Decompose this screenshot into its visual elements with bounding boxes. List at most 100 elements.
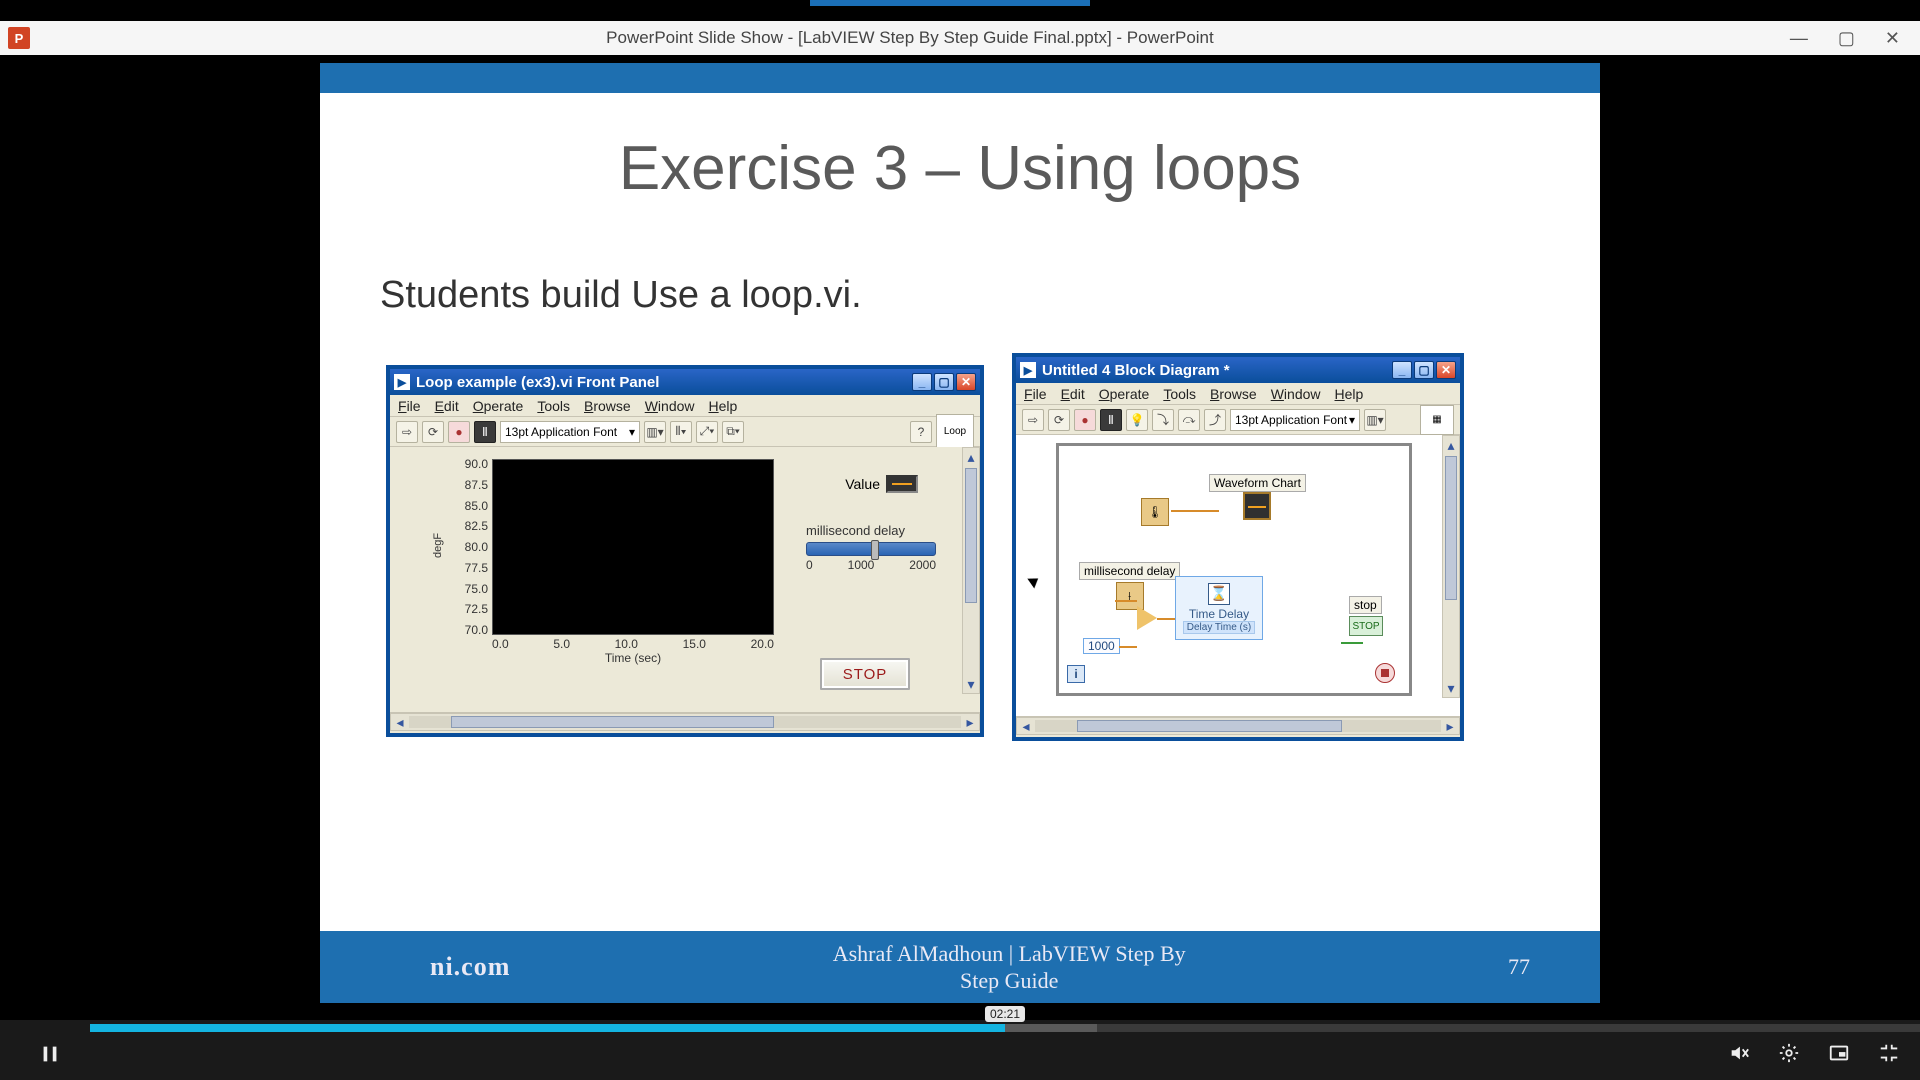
- fp-vertical-scrollbar[interactable]: ▴ ▾: [962, 447, 980, 694]
- scroll-up-icon[interactable]: ▴: [963, 448, 979, 466]
- source-node[interactable]: 🌡: [1141, 496, 1169, 526]
- settings-button[interactable]: [1778, 1042, 1800, 1070]
- font-selector[interactable]: 13pt Application Font▾: [1230, 409, 1360, 431]
- vi-icon-slot[interactable]: ▦: [1420, 405, 1454, 435]
- scroll-left-icon[interactable]: ◂: [1017, 718, 1035, 734]
- bd-menu-edit[interactable]: Edit: [1061, 386, 1085, 402]
- scroll-right-icon[interactable]: ▸: [961, 714, 979, 730]
- pip-icon: [1828, 1042, 1850, 1064]
- align-button[interactable]: ▥▾: [644, 421, 666, 443]
- loop-iteration-terminal[interactable]: i: [1067, 665, 1085, 683]
- front-panel-titlebar[interactable]: ▶ Loop example (ex3).vi Front Panel _ ▢ …: [390, 369, 980, 395]
- bd-menu-tools[interactable]: Tools: [1163, 386, 1196, 402]
- step-into-button[interactable]: ⤵: [1152, 409, 1174, 431]
- chart-legend[interactable]: Value: [845, 475, 918, 493]
- fp-menu-file[interactable]: File: [398, 398, 421, 414]
- pause-button[interactable]: Ⅱ: [1100, 409, 1122, 431]
- time-delay-node[interactable]: ⌛ Time Delay Delay Time (s): [1175, 576, 1263, 640]
- align-button[interactable]: ▥▾: [1364, 409, 1386, 431]
- fp-maximize-button[interactable]: ▢: [934, 373, 954, 391]
- slide-subtitle: Students build Use a loop.vi.: [380, 274, 1600, 317]
- window-close-button[interactable]: ✕: [1885, 28, 1900, 49]
- step-over-button[interactable]: ⤼: [1178, 409, 1200, 431]
- waveform-chart[interactable]: degF 90.0 87.5 85.0 82.5 80.0 77.5 75.0 …: [434, 453, 774, 663]
- bd-menu-window[interactable]: Window: [1271, 386, 1321, 402]
- abort-button[interactable]: ●: [1074, 409, 1096, 431]
- scroll-up-icon[interactable]: ▴: [1443, 436, 1459, 454]
- mute-button[interactable]: [1728, 1042, 1750, 1070]
- run-continuous-button[interactable]: ⟳: [422, 421, 444, 443]
- resize-button[interactable]: ⤢▾: [696, 421, 718, 443]
- volume-muted-icon: [1728, 1042, 1750, 1064]
- scroll-right-icon[interactable]: ▸: [1441, 718, 1459, 734]
- bd-menu-help[interactable]: Help: [1335, 386, 1364, 402]
- scroll-down-icon[interactable]: ▾: [1443, 679, 1459, 697]
- pause-button[interactable]: [30, 1034, 70, 1074]
- bd-menu-file[interactable]: File: [1024, 386, 1047, 402]
- stop-button[interactable]: STOP: [820, 658, 910, 690]
- window-minimize-button[interactable]: ―: [1790, 28, 1808, 49]
- scale-tick: 0: [806, 558, 813, 572]
- stop-control-node[interactable]: stop STOP: [1349, 596, 1383, 636]
- vi-icon-slot[interactable]: Loop: [936, 414, 974, 450]
- labview-block-diagram-window: ▶ Untitled 4 Block Diagram * _ ▢ ✕ File …: [1012, 353, 1464, 741]
- pause-button[interactable]: Ⅱ: [474, 421, 496, 443]
- seek-tooltip: 02:21: [985, 1006, 1025, 1022]
- numeric-constant[interactable]: 1000: [1083, 638, 1120, 654]
- scroll-thumb[interactable]: [1077, 720, 1342, 732]
- fp-menu-browse[interactable]: Browse: [584, 398, 631, 414]
- scroll-down-icon[interactable]: ▾: [963, 675, 979, 693]
- help-button[interactable]: ?: [910, 421, 932, 443]
- font-selector[interactable]: 13pt Application Font▾: [500, 421, 640, 443]
- bd-menu-operate[interactable]: Operate: [1099, 386, 1150, 402]
- fp-menu-edit[interactable]: Edit: [435, 398, 459, 414]
- scroll-left-icon[interactable]: ◂: [391, 714, 409, 730]
- block-diagram-titlebar[interactable]: ▶ Untitled 4 Block Diagram * _ ▢ ✕: [1016, 357, 1460, 383]
- distribute-button[interactable]: ⫴▾: [670, 421, 692, 443]
- block-diagram-toolbar: ⇨ ⟳ ● Ⅱ 💡 ⤵ ⤼ ⤴ 13pt Application Font▾ ▥…: [1016, 405, 1460, 435]
- front-panel-menubar[interactable]: File Edit Operate Tools Browse Window He…: [390, 395, 980, 417]
- highlight-exec-button[interactable]: 💡: [1126, 409, 1148, 431]
- fp-menu-operate[interactable]: Operate: [473, 398, 524, 414]
- bd-maximize-button[interactable]: ▢: [1414, 361, 1434, 379]
- scroll-thumb[interactable]: [965, 468, 977, 603]
- fp-minimize-button[interactable]: _: [912, 373, 932, 391]
- abort-button[interactable]: ●: [448, 421, 470, 443]
- slide-title: Exercise 3 – Using loops: [320, 133, 1600, 204]
- bd-vertical-scrollbar[interactable]: ▴ ▾: [1442, 435, 1460, 698]
- reorder-button[interactable]: ⧉▾: [722, 421, 744, 443]
- window-maximize-button[interactable]: ▢: [1838, 28, 1855, 49]
- bd-close-button[interactable]: ✕: [1436, 361, 1456, 379]
- fp-menu-tools[interactable]: Tools: [537, 398, 570, 414]
- ms-delay-node[interactable]: millisecond delay ⟊: [1079, 562, 1180, 610]
- run-button[interactable]: ⇨: [1022, 409, 1044, 431]
- pip-button[interactable]: [1828, 1042, 1850, 1070]
- fp-menu-help[interactable]: Help: [709, 398, 738, 414]
- waveform-chart-node[interactable]: Waveform Chart: [1209, 474, 1306, 523]
- bd-horizontal-scrollbar[interactable]: ◂ ▸: [1016, 717, 1460, 735]
- scroll-thumb[interactable]: [451, 716, 774, 728]
- slider-thumb[interactable]: [871, 540, 879, 560]
- step-out-button[interactable]: ⤴: [1204, 409, 1226, 431]
- video-progress-bar[interactable]: 02:21: [90, 1024, 1920, 1032]
- loop-condition-terminal[interactable]: [1375, 663, 1395, 683]
- ms-delay-slider[interactable]: [806, 542, 936, 556]
- run-button[interactable]: ⇨: [396, 421, 418, 443]
- while-loop-structure[interactable]: Waveform Chart 🌡 millisecond delay ⟊: [1056, 443, 1412, 696]
- bd-menu-browse[interactable]: Browse: [1210, 386, 1257, 402]
- bd-minimize-button[interactable]: _: [1392, 361, 1412, 379]
- labview-app-icon: ▶: [1020, 362, 1036, 378]
- y-tick: 87.5: [448, 478, 488, 492]
- y-axis-ticks: 90.0 87.5 85.0 82.5 80.0 77.5 75.0 72.5 …: [448, 457, 488, 637]
- block-diagram-body[interactable]: Waveform Chart 🌡 millisecond delay ⟊: [1016, 435, 1460, 717]
- mouse-cursor-icon: [1027, 574, 1041, 589]
- run-continuous-button[interactable]: ⟳: [1048, 409, 1070, 431]
- block-diagram-menubar[interactable]: File Edit Operate Tools Browse Window He…: [1016, 383, 1460, 405]
- fp-close-button[interactable]: ✕: [956, 373, 976, 391]
- slideshow-stage[interactable]: Exercise 3 – Using loops Students build …: [0, 55, 1920, 1020]
- fp-horizontal-scrollbar[interactable]: ◂ ▸: [390, 713, 980, 731]
- divide-node[interactable]: [1137, 606, 1157, 633]
- fp-menu-window[interactable]: Window: [645, 398, 695, 414]
- fullscreen-button[interactable]: [1878, 1042, 1900, 1070]
- scroll-thumb[interactable]: [1445, 456, 1457, 600]
